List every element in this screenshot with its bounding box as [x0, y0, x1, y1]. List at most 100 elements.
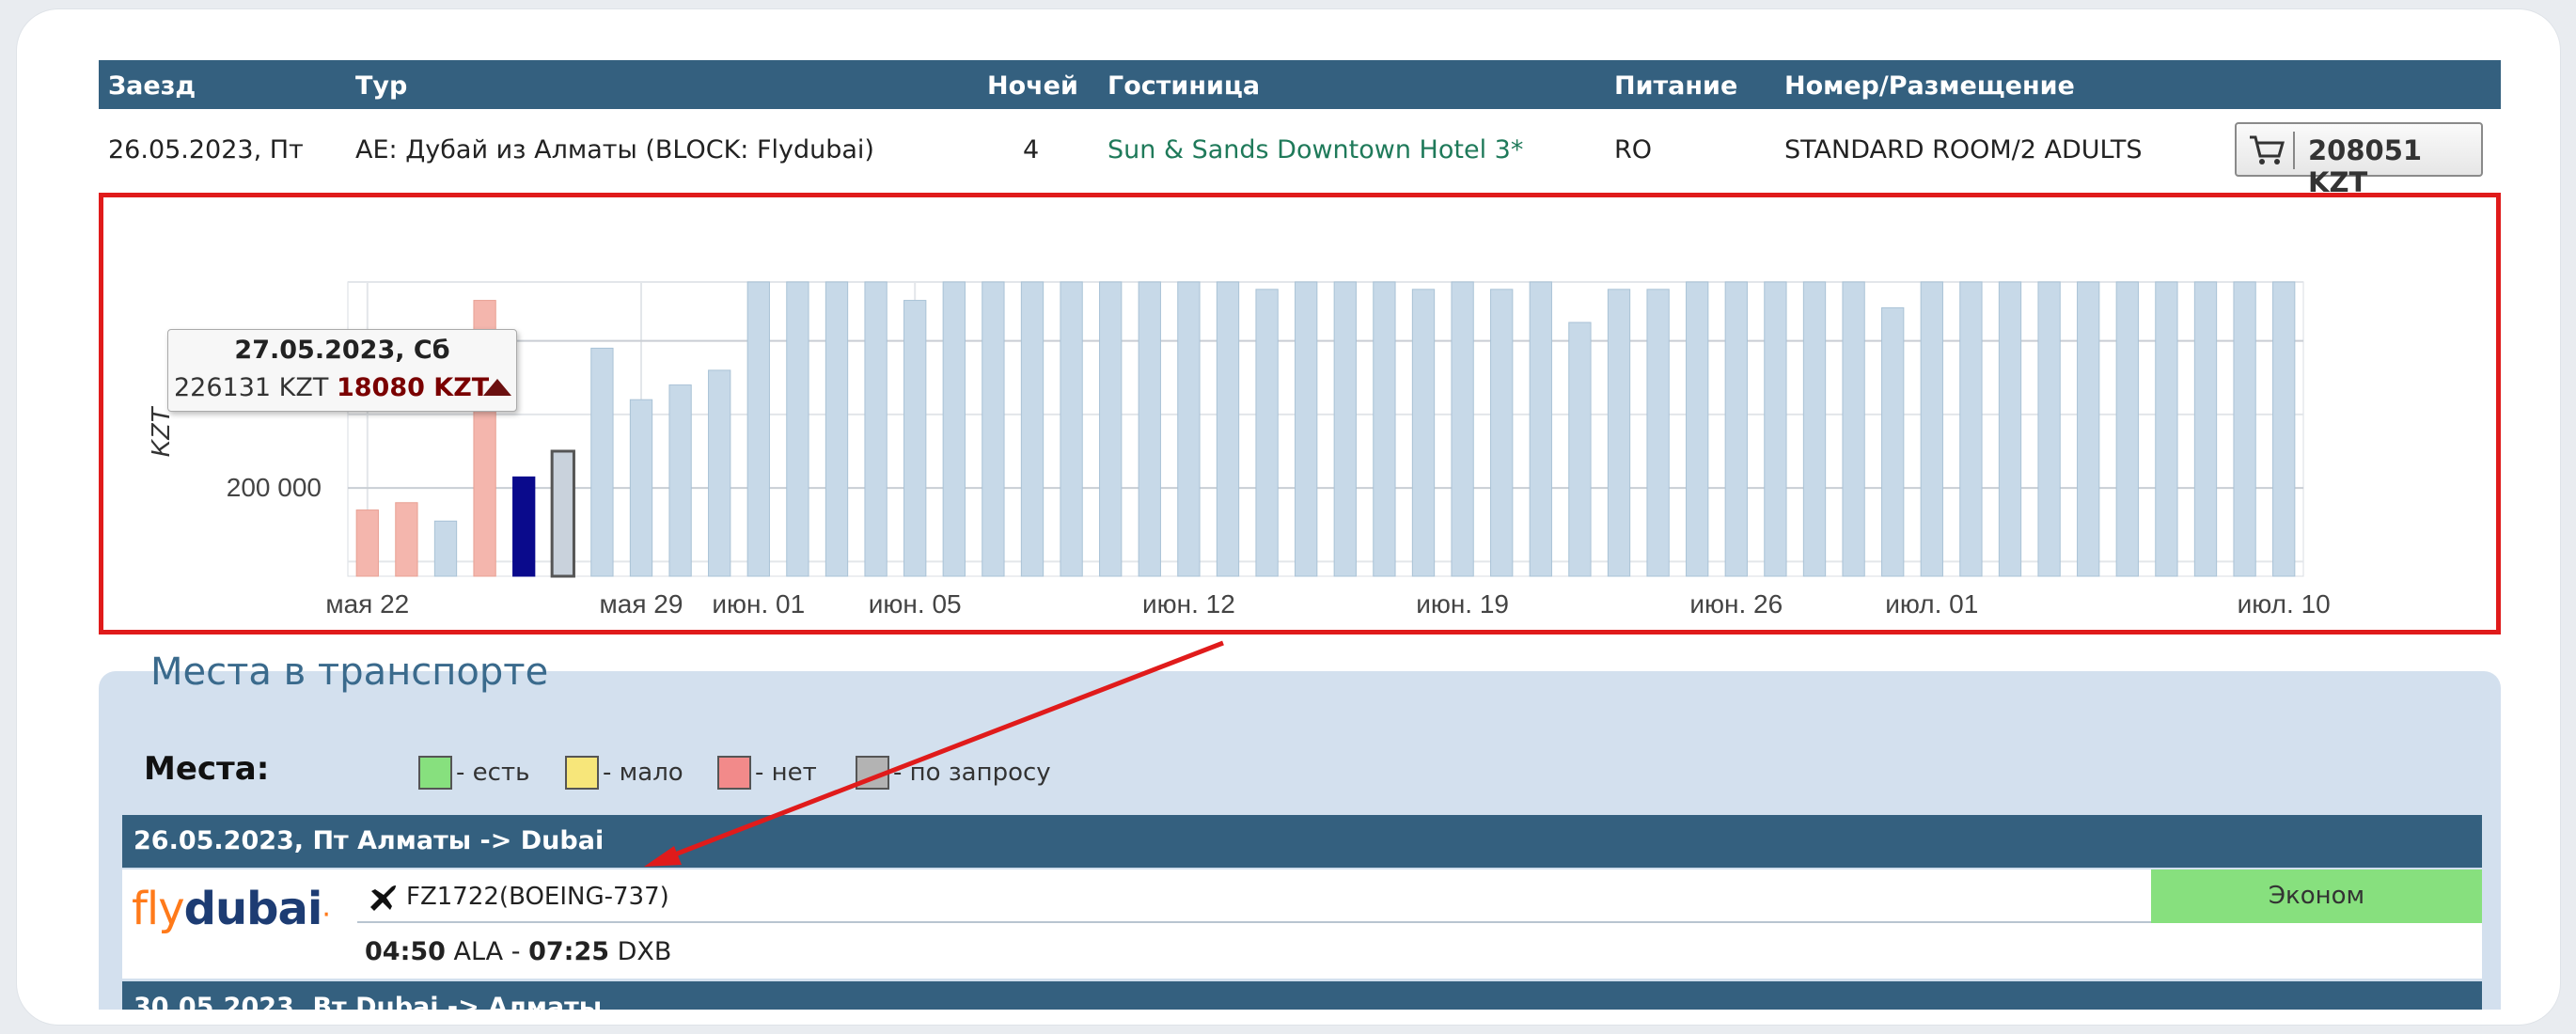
chart-bar [1998, 281, 2022, 577]
legend-swatch-green [418, 756, 452, 790]
chart-bar [1177, 281, 1201, 577]
transport-section: Места в транспорте Места: - есть - мало … [99, 650, 2501, 1010]
tooltip-values: 226131 KZT 18080 KZT [174, 373, 489, 402]
chart-bar [1607, 289, 1631, 577]
legend-on-request: - по запросу [856, 756, 1051, 791]
x-tick-label: июн. 26 [1689, 589, 1783, 619]
y-tick-label: 200 000 [227, 473, 322, 502]
content-area: Заезд Тур Ночей Гостиница Питание Номер/… [99, 51, 2501, 1010]
chart-bar [2037, 281, 2061, 577]
chart-bar [2233, 281, 2256, 577]
chart-bar [1451, 281, 1474, 577]
legend-few: - мало [565, 756, 683, 791]
chart-bar [1842, 281, 1865, 577]
chart-bar [903, 300, 927, 577]
col-tour: Тур [355, 71, 408, 101]
chart-bar [825, 281, 849, 577]
chart-bar [2115, 281, 2139, 577]
chart-bar [2155, 281, 2178, 577]
chart-bar [2077, 281, 2100, 577]
chart-bar [1373, 281, 1396, 577]
x-tick-label: июн. 01 [712, 589, 805, 619]
chart-bar [1255, 289, 1279, 577]
chart-bar [1295, 281, 1318, 577]
row-room: STANDARD ROOM/2 ADULTS [1784, 135, 2143, 164]
chart-bar [1529, 281, 1552, 577]
page-card: Заезд Тур Ночей Гостиница Питание Номер/… [17, 9, 2560, 1025]
chart-bar [1724, 281, 1748, 577]
legend-swatch-gray [856, 756, 889, 790]
flydubai-logo: flydubai· [132, 883, 331, 935]
chart-bar [629, 399, 653, 577]
legend-none-label: - нет [755, 759, 817, 787]
chart-bar [1959, 281, 1983, 577]
flight-times: 04:50 ALA - 07:25 DXB [365, 937, 672, 966]
flight-number: FZ1722(BOEING-737) [406, 883, 669, 911]
x-tick-label: июн. 12 [1142, 589, 1235, 619]
add-to-cart-button[interactable]: 208051 KZT [2235, 122, 2483, 198]
places-label: Места: [144, 750, 270, 788]
chart-bar [395, 502, 418, 577]
chart-bar [1138, 281, 1161, 577]
hotel-link[interactable]: Sun & Sands Downtown Hotel 3* [1107, 135, 1523, 164]
legend-swatch-red [717, 756, 751, 790]
outbound-flight-row: flydubai· FZ1722(BOEING-737) Эконом 04:5… [122, 870, 2482, 979]
chart-bar [590, 347, 614, 577]
chart-bar [2193, 281, 2218, 577]
chart-bar [864, 281, 887, 577]
economy-class-cell[interactable]: Эконом [2151, 870, 2482, 923]
chart-bar [1646, 289, 1670, 577]
chart-bar [708, 369, 731, 577]
x-tick-label: мая 22 [325, 589, 409, 619]
x-tick-label: июн. 05 [869, 589, 962, 619]
button-separator [2293, 132, 2295, 169]
cart-icon [2250, 135, 2285, 164]
flight-divider [357, 921, 2228, 923]
airplane-icon [370, 885, 396, 911]
transport-title: Места в транспорте [150, 650, 549, 694]
chart-bar [1216, 281, 1240, 577]
chart-tooltip: 27.05.2023, Сб 226131 KZT 18080 KZT [167, 329, 517, 412]
tour-table-header: Заезд Тур Ночей Гостиница Питание Номер/… [99, 60, 2501, 109]
chart-bar [550, 449, 575, 578]
chart-bar [1686, 281, 1709, 577]
price-chart: 200 000400 000KZTмая 22мая 29июн. 01июн.… [99, 193, 2501, 634]
outbound-flight-header: 26.05.2023, Пт Алматы -> Dubai [122, 815, 2482, 868]
legend-available: - есть [418, 756, 529, 791]
chart-bar [1764, 281, 1787, 577]
x-tick-label: июл. 10 [2238, 589, 2331, 619]
chart-bar [1881, 306, 1905, 577]
chart-bar [982, 281, 1005, 577]
chart-bar [1060, 281, 1083, 577]
chart-bar [1490, 289, 1514, 577]
row-meal: RO [1614, 135, 1653, 164]
chart-bar [1920, 281, 1943, 577]
return-flight-header: 30.05.2023, Вт Dubai -> Алматы [122, 981, 2482, 1010]
chart-bar [746, 281, 770, 577]
x-tick-label: мая 29 [600, 589, 683, 619]
chart-bar [786, 281, 809, 577]
legend-available-label: - есть [456, 759, 530, 787]
legend-few-label: - мало [603, 759, 683, 787]
row-nights: 4 [1023, 135, 1040, 164]
row-checkin: 26.05.2023, Пт [108, 135, 304, 164]
chart-bar [355, 509, 379, 577]
chart-bar [1020, 281, 1045, 577]
chart-bar [512, 476, 536, 577]
col-hotel: Гостиница [1107, 71, 1261, 101]
legend-swatch-yellow [565, 756, 599, 790]
legend-on-request-label: - по запросу [893, 759, 1051, 787]
chart-bar [942, 281, 966, 577]
tooltip-diff: 18080 KZT [336, 373, 490, 402]
col-room: Номер/Размещение [1784, 71, 2075, 101]
chart-bar [1411, 289, 1436, 577]
chart-bar [2272, 281, 2296, 577]
outbound-header-text: 26.05.2023, Пт Алматы -> Dubai [134, 826, 605, 855]
chart-bar [668, 384, 692, 577]
chart-bar [433, 520, 458, 577]
chart-bar [1333, 281, 1357, 577]
x-tick-label: июл. 01 [1885, 589, 1978, 619]
col-checkin: Заезд [108, 71, 196, 101]
chart-bar [1099, 281, 1123, 577]
x-tick-label: июн. 19 [1416, 589, 1509, 619]
